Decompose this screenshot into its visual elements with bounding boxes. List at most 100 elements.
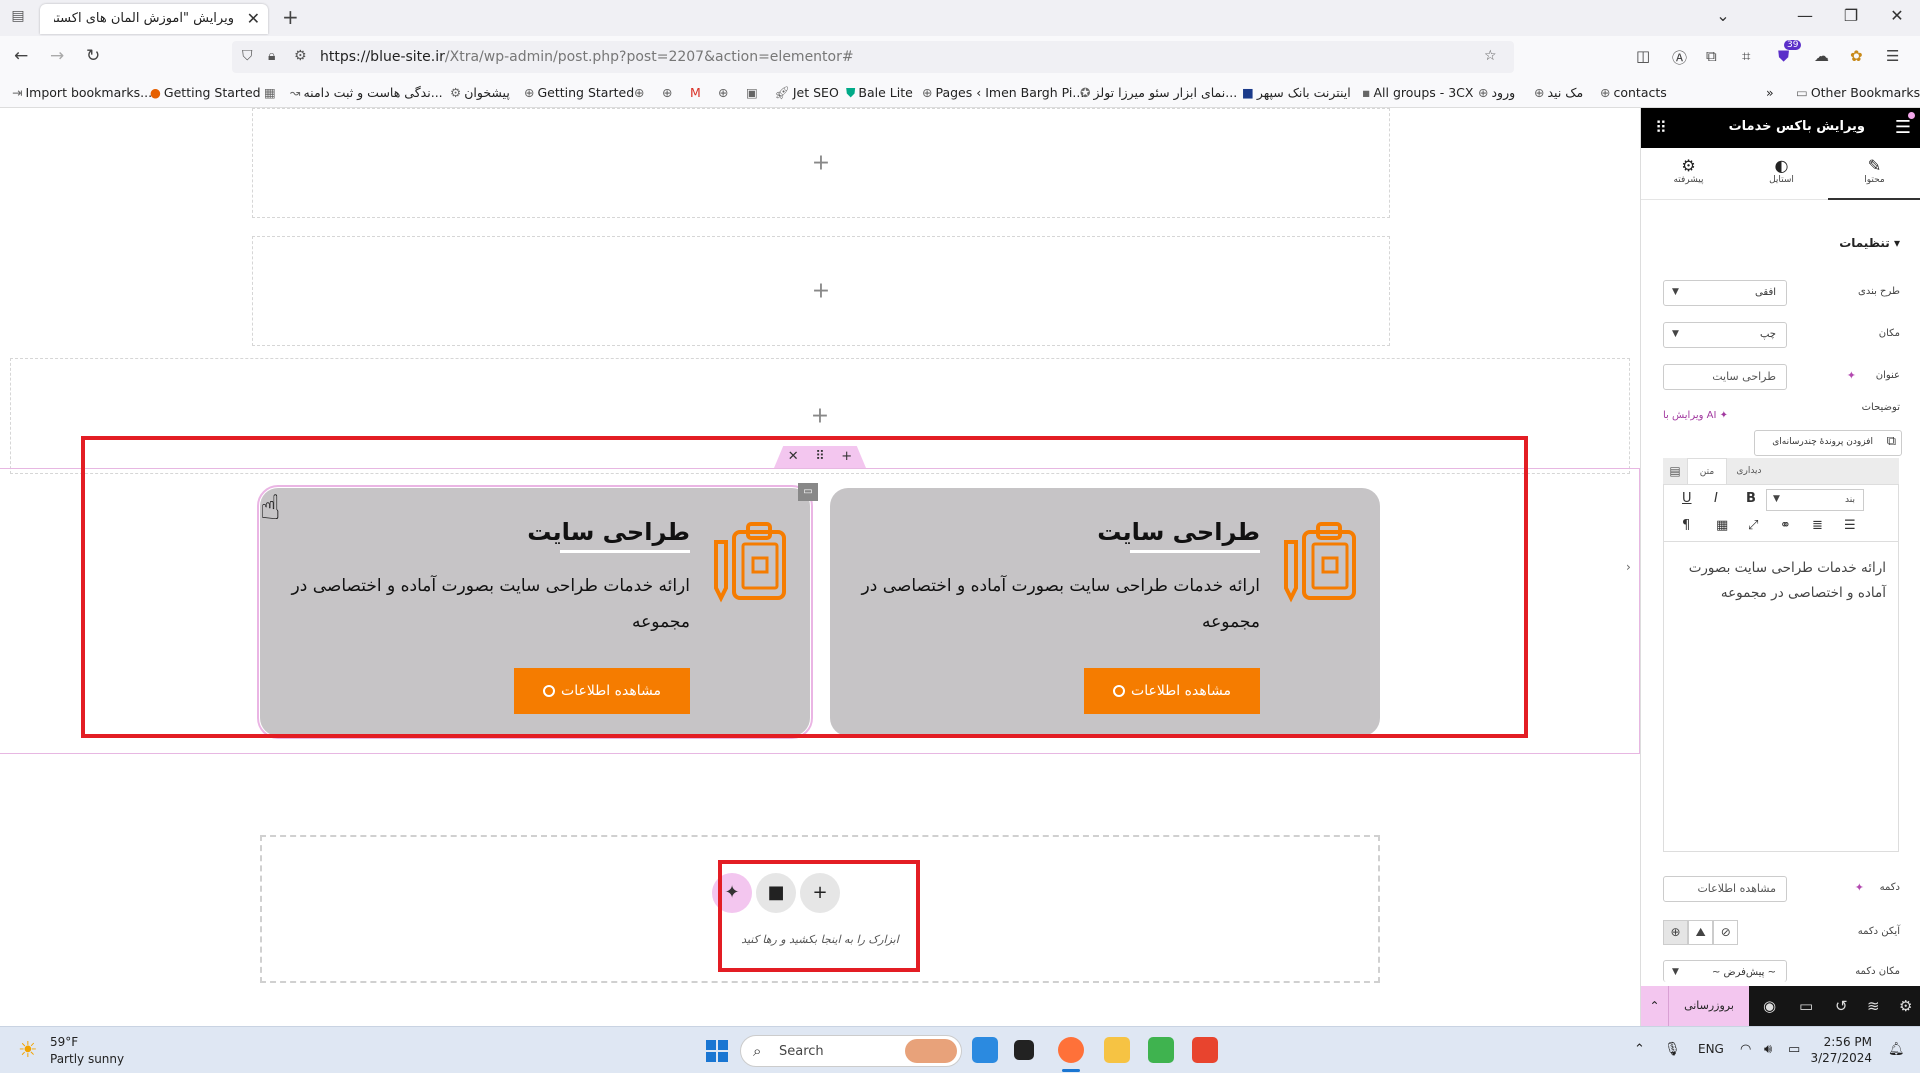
bookmark-item[interactable]: ⊕ Getting Started: [524, 85, 634, 100]
crop-icon[interactable]: ⌗: [1742, 47, 1750, 65]
taskbar-search[interactable]: ⌕ Search: [740, 1035, 962, 1067]
notifications-icon[interactable]: 🔔︎: [1888, 1042, 1905, 1057]
close-tab-icon[interactable]: ✕: [247, 9, 260, 28]
editor-toolbar-toggle-icon[interactable]: ▤: [1663, 458, 1687, 484]
numbered-list-icon[interactable]: ≣: [1812, 518, 1823, 533]
tab-overflow-chevron-icon[interactable]: ⌄: [1708, 6, 1738, 25]
bookmark-item[interactable]: ⊕ ورود: [1478, 85, 1515, 100]
paragraph-format-select[interactable]: ▼ بند: [1766, 489, 1864, 511]
bookmark-icon-only[interactable]: ▣: [746, 85, 761, 100]
description-editor[interactable]: ارائه خدمات طراحی سایت بصورت آماده و اخت…: [1663, 542, 1899, 852]
preview-eye-icon[interactable]: ◉: [1763, 997, 1776, 1015]
bookmark-icon-only[interactable]: ▦: [264, 85, 279, 100]
camtasia-editor-icon[interactable]: [1192, 1037, 1218, 1063]
start-button[interactable]: [706, 1040, 728, 1062]
bookmark-item[interactable]: ▪ All groups - 3CX: [1362, 85, 1473, 100]
bookmark-item[interactable]: ⇥ Import bookmarks...: [12, 85, 152, 100]
terminal-icon[interactable]: [1014, 1040, 1034, 1060]
forward-icon[interactable]: →: [50, 46, 64, 66]
tab-text[interactable]: متن: [1687, 458, 1727, 484]
new-tab-icon[interactable]: +: [282, 5, 299, 29]
globe-icon[interactable]: ⊕: [718, 85, 731, 100]
clock[interactable]: 2:56 PM 3/27/2024: [1810, 1034, 1872, 1066]
bookmark-item[interactable]: ↝ ندگی هاست و ثبت دامنه...: [290, 85, 443, 100]
restore-icon[interactable]: ❐: [1836, 6, 1866, 25]
tab-list-icon[interactable]: ▤: [8, 8, 28, 28]
battery-icon[interactable]: ▭: [1788, 1042, 1800, 1057]
update-button[interactable]: بروزرسانی: [1669, 986, 1749, 1026]
bookmark-item[interactable]: ■ اینترنت بانک سپهر: [1242, 85, 1351, 100]
lock-icon[interactable]: 🔒︎: [268, 48, 275, 64]
volume-icon[interactable]: 🔊︎: [1764, 1042, 1772, 1057]
layout-select[interactable]: افقی ▼: [1663, 280, 1787, 306]
browser-tab-active[interactable]: ویرایش "آموزش المان های اکسترا - ع ✕: [40, 4, 268, 34]
tab-visual[interactable]: دیداری: [1727, 458, 1771, 484]
copilot-icon[interactable]: [972, 1037, 998, 1063]
bookmark-item[interactable]: ⛊ Bale Lite: [846, 85, 913, 101]
wifi-icon[interactable]: ◠: [1740, 1042, 1751, 1057]
vpn-icon[interactable]: ☁: [1814, 47, 1829, 65]
responsive-icon[interactable]: ▭: [1799, 997, 1813, 1015]
add-media-button[interactable]: افزودن پروندهٔ چندرسانه‌ای: [1754, 430, 1902, 456]
button-position-select[interactable]: ~ پیش‌فرض ~ ▼: [1663, 960, 1787, 982]
title-input[interactable]: طراحی سایت: [1663, 364, 1787, 390]
gmail-icon[interactable]: M: [690, 85, 701, 100]
button-text-input[interactable]: مشاهده اطلاعات: [1663, 876, 1787, 902]
settings-section-header[interactable]: ▾ تنظیمات: [1839, 236, 1900, 250]
language-indicator[interactable]: ENG: [1698, 1042, 1724, 1056]
link-icon[interactable]: ⚭: [1780, 518, 1791, 533]
add-section-icon[interactable]: +: [811, 404, 829, 429]
partly-sunny-icon[interactable]: ☀: [18, 1038, 38, 1063]
bookmark-item[interactable]: ⊕ contacts: [1600, 85, 1667, 100]
globe-icon[interactable]: ⊕: [634, 85, 647, 100]
fullscreen-icon[interactable]: ⤢: [1748, 518, 1758, 533]
add-section-icon[interactable]: +: [812, 279, 830, 304]
url-text[interactable]: https://blue-site.ir/Xtra/wp-admin/post.…: [320, 49, 854, 65]
bookmarks-overflow-icon[interactable]: »: [1766, 85, 1774, 100]
other-bookmarks[interactable]: ▭ Other Bookmarks: [1796, 85, 1920, 100]
bookmark-item[interactable]: ⚙ پیشخوان: [450, 85, 510, 100]
none-icon[interactable]: ⊘: [1713, 920, 1739, 945]
address-bar[interactable]: ⛉ 🔒︎ ⚙ https://blue-site.ir/Xtra/wp-admi…: [232, 41, 1514, 73]
bookmark-icon-only[interactable]: ⊕: [662, 85, 675, 100]
bookmark-star-icon[interactable]: ☆: [1484, 48, 1497, 64]
microphone-icon[interactable]: 🎙︎: [1664, 1042, 1681, 1057]
settings-extension-icon[interactable]: ✿: [1850, 47, 1863, 65]
upload-icon[interactable]: ⛰: [1688, 920, 1714, 945]
empty-section[interactable]: +: [252, 108, 1390, 218]
minimize-icon[interactable]: —: [1790, 6, 1820, 25]
menu-icon[interactable]: ☰: [1886, 47, 1899, 65]
shield-icon[interactable]: ⛉: [242, 48, 253, 64]
bookmark-item[interactable]: ● Getting Started: [150, 85, 261, 100]
back-icon[interactable]: ←: [14, 46, 28, 66]
widgets-grid-icon[interactable]: ⠿: [1655, 118, 1667, 137]
ai-edit-link[interactable]: ویرایش با AI ✦: [1663, 410, 1728, 421]
history-icon[interactable]: ↺: [1835, 997, 1848, 1015]
bookmark-item[interactable]: ⊕ مک نید: [1534, 85, 1583, 100]
file-explorer-icon[interactable]: [1104, 1037, 1130, 1063]
extensions-icon[interactable]: ⧉: [1706, 47, 1717, 65]
navigator-layers-icon[interactable]: ≋: [1867, 997, 1880, 1015]
bold-icon[interactable]: B: [1746, 491, 1756, 506]
underline-icon[interactable]: U: [1682, 491, 1692, 506]
camtasia-recorder-icon[interactable]: [1148, 1037, 1174, 1063]
bookmark-item[interactable]: 🚀︎ Jet SEO: [774, 85, 839, 101]
arrow-circle-icon[interactable]: ⊕: [1663, 920, 1688, 945]
site-settings-icon[interactable]: ⚙: [1899, 997, 1912, 1015]
italic-icon[interactable]: I: [1714, 491, 1718, 506]
ai-sparkle-icon[interactable]: ✦: [1847, 369, 1856, 382]
firefox-icon[interactable]: [1058, 1037, 1084, 1063]
tab-style[interactable]: ◐ استایل: [1735, 148, 1828, 200]
tab-advanced[interactable]: ⚙ پیشرفته: [1642, 148, 1735, 200]
permissions-icon[interactable]: ⚙: [294, 48, 307, 64]
account-icon[interactable]: Ⓐ: [1672, 47, 1687, 68]
position-select[interactable]: چپ ▼: [1663, 322, 1787, 348]
tray-overflow-icon[interactable]: ⌃: [1634, 1042, 1645, 1057]
pocket-icon[interactable]: ◫: [1636, 47, 1650, 65]
table-icon[interactable]: ▦: [1716, 518, 1728, 533]
bookmark-item[interactable]: ✪ نمای ابزار سئو میرزا تولز...: [1080, 85, 1237, 100]
publish-options-icon[interactable]: ⌃: [1641, 986, 1669, 1026]
bookmark-item[interactable]: ⊕ Pages ‹ Imen Bargh Pi...: [922, 85, 1084, 100]
paragraph-icon[interactable]: ¶: [1682, 518, 1690, 533]
empty-section[interactable]: +: [252, 236, 1390, 346]
